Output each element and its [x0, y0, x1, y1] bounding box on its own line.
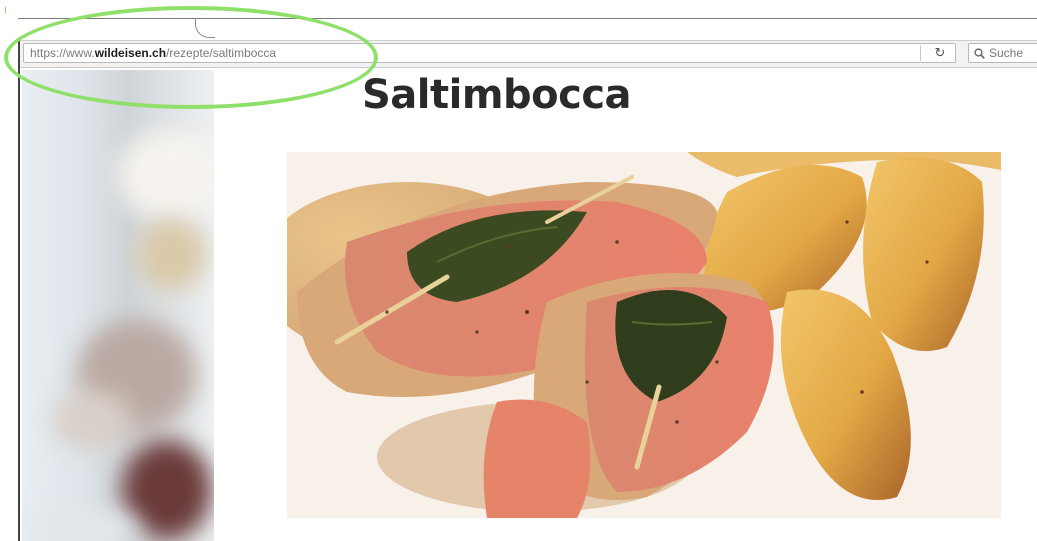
url-path: /rezepte/saltimbocca: [166, 46, 277, 60]
tab-strip: [18, 18, 1037, 40]
window-left-edge: [18, 40, 20, 541]
reload-button[interactable]: ↻: [929, 45, 951, 61]
url-host: wildeisen.ch: [94, 46, 167, 60]
blurred-background-image: [22, 70, 214, 541]
search-icon: [974, 47, 985, 59]
address-bar-divider: [920, 45, 921, 61]
screenshot: https://www. wildeisen.ch/rezepte/saltimb…: [0, 0, 1037, 541]
search-placeholder: Suche: [989, 46, 1024, 60]
page-title: Saltimbocca: [362, 72, 632, 118]
address-bar[interactable]: https://www. wildeisen.ch/rezepte/saltimb…: [23, 43, 956, 63]
annotation-tick-mark: [5, 7, 6, 13]
saltimbocca-dish-photo: [287, 152, 1001, 518]
reload-icon: ↻: [934, 45, 946, 61]
url-prefix: https://www.: [30, 46, 95, 60]
search-input[interactable]: Suche: [968, 43, 1037, 63]
